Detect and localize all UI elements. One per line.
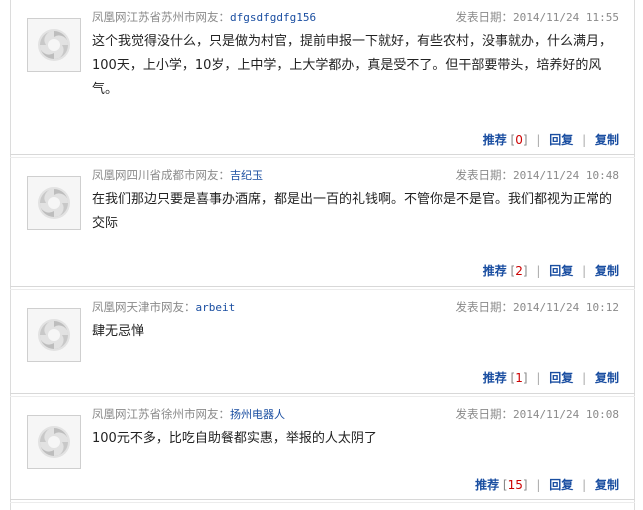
copy-button[interactable]: 复制 (595, 264, 619, 278)
phoenix-logo-icon (38, 426, 70, 458)
comment-text: 100元不多，比吃自助餐都实惠，举报的人太阴了 (92, 431, 377, 446)
divider: | (582, 478, 587, 492)
avatar[interactable] (27, 176, 81, 230)
divider: | (582, 264, 587, 278)
comment-actions: 推荐 [15] | 回复 | 复制 (475, 477, 619, 493)
username-link[interactable]: dfgsdfgdfg156 (230, 11, 316, 24)
user-location: 凤凰网天津市网友： (92, 300, 196, 314)
comment-meta: 凤凰网江苏省苏州市网友：dfgsdfgdfg156 发表日期：2014/11/2… (92, 8, 619, 26)
post-time-label: 发表日期： (455, 10, 514, 24)
phoenix-logo-icon (38, 187, 70, 219)
copy-button[interactable]: 复制 (595, 133, 619, 147)
comment-item: 凤凰网天津市网友：arbeit 发表日期：2014/11/24 10:12 肆无… (10, 290, 635, 397)
count-close: ] (522, 133, 528, 147)
divider: | (582, 371, 587, 385)
count-value: 2 (515, 264, 523, 278)
divider: | (536, 371, 541, 385)
post-time-value: 2014/11/24 10:48 (513, 169, 619, 182)
phoenix-logo-icon (38, 29, 70, 61)
comment-text: 肆无忌惮 (92, 324, 145, 339)
comment-item: 凤凰网四川省成都市网友：吉纪玉 发表日期：2014/11/24 10:48 在我… (10, 158, 635, 290)
recommend-button[interactable]: 推荐 (475, 478, 499, 492)
post-time: 发表日期：2014/11/24 11:55 (456, 8, 619, 27)
avatar[interactable] (27, 415, 81, 469)
comment-text: 在我们那边只要是喜事办酒席，都是出一百的礼钱啊。不管你是不是官。我们都视为正常的… (92, 192, 613, 231)
comment-meta: 凤凰网四川省成都市网友：吉纪玉 发表日期：2014/11/24 10:48 (92, 166, 619, 184)
copy-button[interactable]: 复制 (595, 371, 619, 385)
avatar[interactable] (27, 18, 81, 72)
username-link[interactable]: 扬州电器人 (230, 408, 285, 421)
comment-actions: 推荐 [0] | 回复 | 复制 (483, 132, 619, 148)
divider: | (582, 133, 587, 147)
user-location: 凤凰网四川省成都市网友： (92, 168, 230, 182)
reply-button[interactable]: 回复 (549, 264, 573, 278)
count-value: 1 (515, 371, 523, 385)
comment-item: 凤凰网江苏省徐州市网友：扬州电器人 发表日期：2014/11/24 10:08 … (10, 397, 635, 503)
post-time: 发表日期：2014/11/24 10:48 (456, 166, 619, 185)
copy-button[interactable]: 复制 (595, 478, 619, 492)
post-time-label: 发表日期： (455, 407, 514, 421)
comment-text: 这个我觉得没什么，只是做为村官，提前申报一下就好，有些农村，没事就办，什么满月，… (92, 34, 613, 97)
comment-meta: 凤凰网天津市网友：arbeit 发表日期：2014/11/24 10:12 (92, 298, 619, 316)
divider: | (536, 264, 541, 278)
recommend-count: [1] (511, 371, 528, 385)
phoenix-logo-icon (38, 319, 70, 351)
count-close: ] (522, 371, 528, 385)
post-time-label: 发表日期： (455, 300, 514, 314)
recommend-count: [2] (511, 264, 528, 278)
user-location: 凤凰网江苏省徐州市网友： (92, 407, 230, 421)
post-time-label: 发表日期： (455, 168, 514, 182)
comment-meta: 凤凰网江苏省徐州市网友：扬州电器人 发表日期：2014/11/24 10:08 (92, 405, 619, 423)
recommend-button[interactable]: 推荐 (483, 264, 507, 278)
post-time-value: 2014/11/24 10:08 (513, 408, 619, 421)
post-time: 发表日期：2014/11/24 10:12 (456, 298, 619, 317)
username-link[interactable]: arbeit (196, 301, 236, 314)
recommend-button[interactable]: 推荐 (483, 371, 507, 385)
divider: | (536, 133, 541, 147)
post-time-value: 2014/11/24 11:55 (513, 11, 619, 24)
user-location: 凤凰网江苏省苏州市网友： (92, 10, 230, 24)
count-close: ] (522, 478, 528, 492)
username-link[interactable]: 吉纪玉 (230, 169, 263, 182)
avatar[interactable] (27, 308, 81, 362)
divider: | (536, 478, 541, 492)
post-time-value: 2014/11/24 10:12 (513, 301, 619, 314)
count-value: 15 (507, 478, 523, 492)
count-value: 0 (515, 133, 523, 147)
reply-button[interactable]: 回复 (549, 133, 573, 147)
comment-actions: 推荐 [1] | 回复 | 复制 (483, 370, 619, 386)
recommend-button[interactable]: 推荐 (483, 133, 507, 147)
reply-button[interactable]: 回复 (549, 478, 573, 492)
comment-item: 凤凰网江苏省苏州市网友：dfgsdfgdfg156 发表日期：2014/11/2… (10, 0, 635, 158)
reply-button[interactable]: 回复 (549, 371, 573, 385)
comment-actions: 推荐 [2] | 回复 | 复制 (483, 263, 619, 279)
recommend-count: [0] (511, 133, 528, 147)
count-close: ] (522, 264, 528, 278)
post-time: 发表日期：2014/11/24 10:08 (456, 405, 619, 424)
recommend-count: [15] (503, 478, 528, 492)
